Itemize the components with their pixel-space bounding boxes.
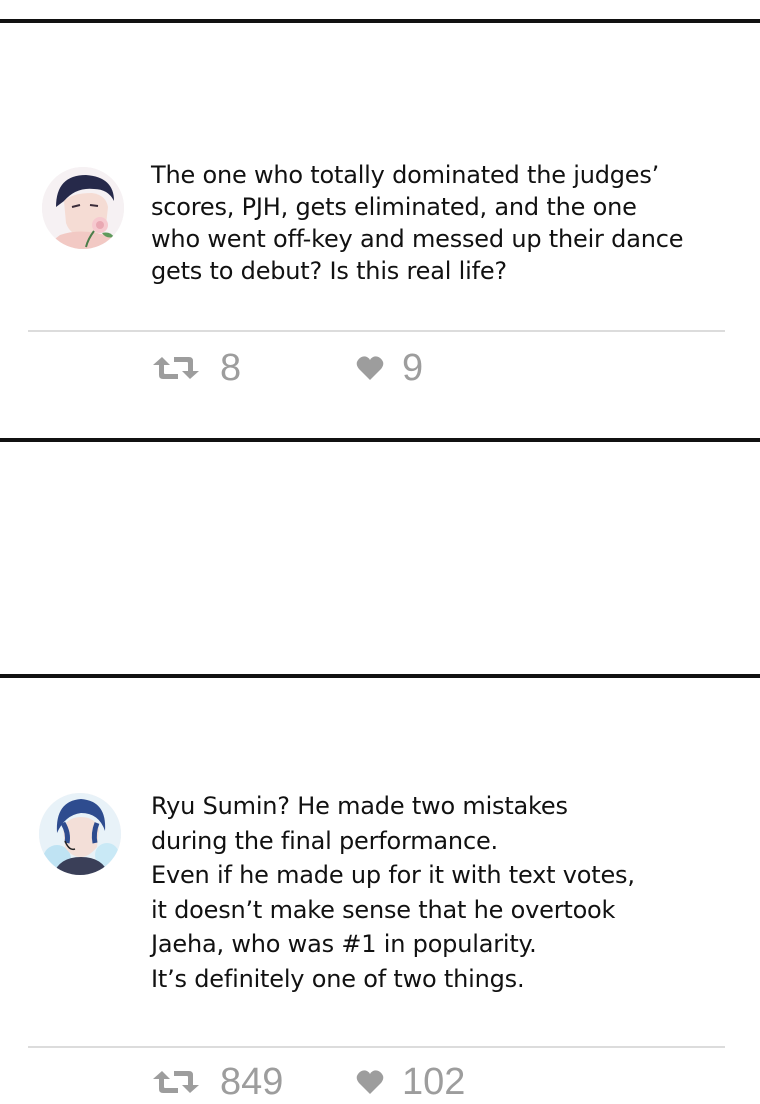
- post-text: Ryu Sumin? He made two mistakes during t…: [151, 789, 731, 996]
- heart-icon: [356, 356, 384, 380]
- post-divider: [28, 330, 725, 332]
- post-text-line: Even if he made up for it with text vote…: [151, 861, 635, 889]
- panel-top-border-2: [0, 674, 760, 678]
- like-count: 102: [402, 1061, 466, 1103]
- post-text-line: gets to debut? Is this real life?: [151, 257, 507, 285]
- avatar[interactable]: [42, 167, 124, 249]
- retweet-button[interactable]: 8: [150, 346, 241, 390]
- avatar-illustration: [39, 793, 121, 875]
- retweet-icon: [153, 1071, 199, 1093]
- post-text-line: Ryu Sumin? He made two mistakes: [151, 792, 568, 820]
- retweet-icon: [153, 357, 199, 379]
- panel-top-border: [0, 19, 760, 23]
- retweet-count: 849: [220, 1061, 284, 1103]
- post-divider: [28, 1046, 725, 1048]
- post-text-line: It’s definitely one of two things.: [151, 964, 525, 993]
- like-count: 9: [402, 347, 424, 389]
- like-button[interactable]: 102: [356, 1060, 465, 1104]
- panel-bottom-border: [0, 438, 760, 442]
- retweet-button[interactable]: 849: [150, 1060, 283, 1104]
- like-button[interactable]: 9: [356, 346, 423, 390]
- post-text-line: it doesn’t make sense that he overtook: [151, 895, 616, 924]
- avatar-illustration: [42, 167, 124, 249]
- avatar[interactable]: [39, 793, 121, 875]
- post-text: The one who totally dominated the judges…: [151, 159, 731, 287]
- post-text-line: scores, PJH, gets eliminated, and the on…: [151, 193, 637, 221]
- post-text-line: who went off-key and messed up their dan…: [151, 225, 684, 253]
- post-text-line: during the final performance.: [151, 826, 498, 855]
- post-text-line: The one who totally dominated the judges…: [151, 161, 660, 189]
- retweet-count: 8: [220, 347, 242, 389]
- post-text-line: Jaeha, who was #1 in popularity.: [151, 930, 537, 958]
- heart-icon: [356, 1070, 384, 1094]
